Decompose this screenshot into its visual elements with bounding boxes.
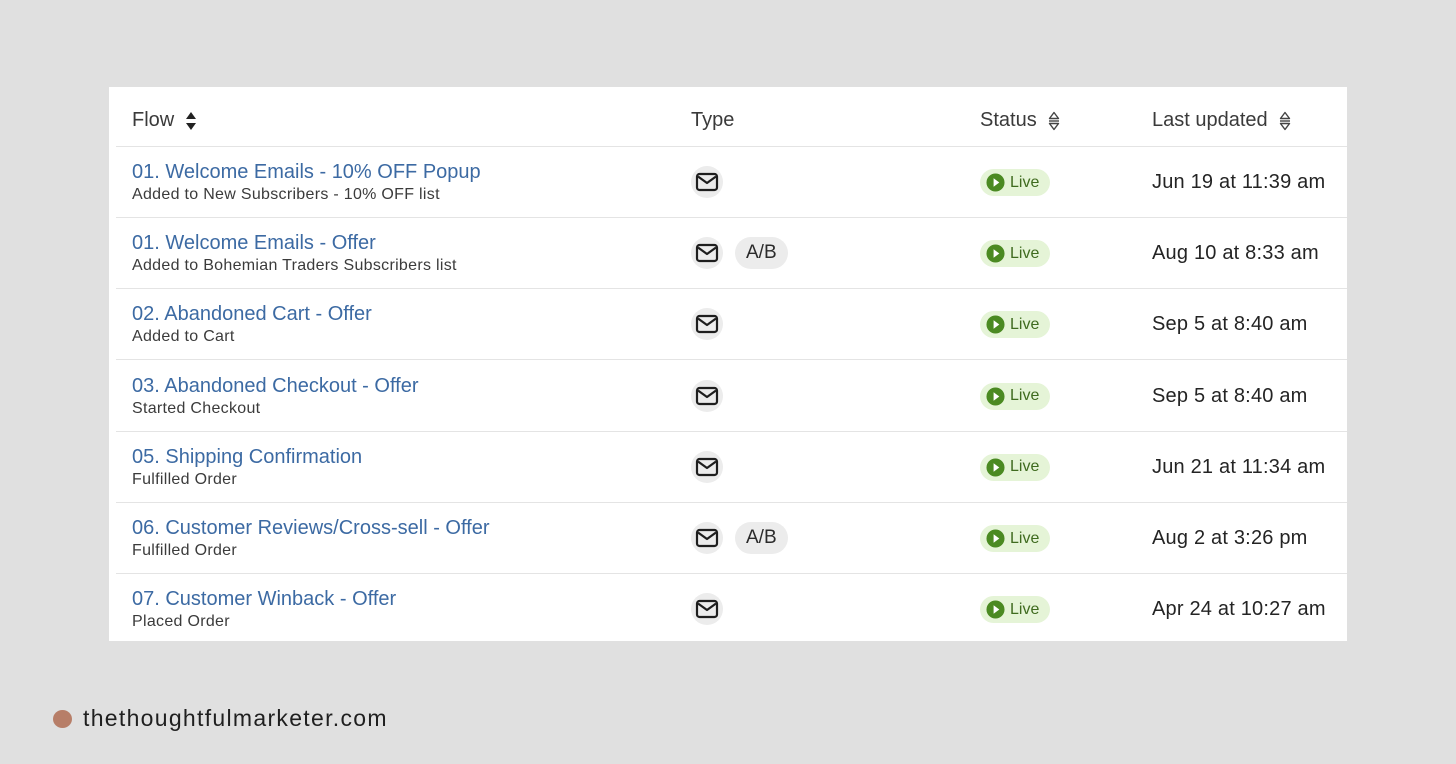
play-circle-icon (986, 387, 1005, 406)
status-cell: Live (980, 169, 1051, 197)
flow-name-link[interactable]: 01. Welcome Emails - 10% OFF Popup (132, 160, 481, 184)
mail-icon (691, 450, 723, 483)
type-cell: A/B (691, 237, 788, 270)
flow-cell: 07. Customer Winback - Offer Placed Order (132, 587, 396, 632)
flow-name-link[interactable]: 07. Customer Winback - Offer (132, 587, 396, 611)
status-cell: Live (980, 382, 1051, 411)
mail-icon (691, 166, 723, 198)
flow-trigger: Added to Cart (132, 328, 235, 346)
type-cell: A/B (691, 522, 788, 554)
mail-icon (691, 379, 723, 412)
column-header-label: Status (980, 109, 1037, 131)
footer-website: thethoughtfulmarketer.com (83, 705, 388, 731)
status-label: Live (1010, 387, 1040, 405)
last-updated: Apr 24 at 10:27 am (1152, 598, 1326, 621)
ab-test-badge: A/B (735, 522, 788, 554)
type-cell (691, 166, 723, 198)
brand-dot (53, 709, 72, 728)
status-label: Live (1010, 458, 1040, 476)
table-row: 03. Abandoned Checkout - Offer Started Ch… (116, 361, 1347, 432)
play-circle-icon (986, 173, 1005, 192)
play-circle-icon (986, 529, 1005, 548)
column-header-type: Type (691, 109, 734, 132)
last-updated: Jun 21 at 11:34 am (1152, 455, 1326, 478)
flow-cell: 05. Shipping Confirmation Fulfilled Order (132, 445, 362, 490)
flow-name-link[interactable]: 05. Shipping Confirmation (132, 445, 362, 469)
last-updated: Sep 5 at 8:40 am (1152, 313, 1308, 336)
status-badge: Live (980, 311, 1051, 339)
table-header: Flow Type Status Last updated (116, 87, 1347, 147)
last-updated: Aug 10 at 8:33 am (1152, 242, 1319, 265)
sort-icon (1279, 111, 1290, 130)
flow-cell: 01. Welcome Emails - Offer Added to Bohem… (132, 231, 457, 276)
column-header-status[interactable]: Status (980, 109, 1061, 132)
status-cell: Live (980, 596, 1051, 624)
status-label: Live (1010, 315, 1040, 333)
flow-name-link[interactable]: 01. Welcome Emails - Offer (132, 231, 457, 255)
flow-name-link[interactable]: 03. Abandoned Checkout - Offer (132, 374, 419, 398)
play-circle-icon (986, 600, 1005, 619)
last-updated: Sep 5 at 8:40 am (1152, 384, 1308, 407)
status-label: Live (1010, 529, 1040, 547)
flows-table: Flow Type Status Last updated 01. Welcom… (109, 87, 1347, 641)
footer: thethoughtfulmarketer.com (53, 705, 388, 732)
status-label: Live (1010, 173, 1040, 191)
flow-cell: 06. Customer Reviews/Cross-sell - Offer F… (132, 516, 490, 561)
column-header-label: Flow (132, 109, 175, 131)
flow-cell: 02. Abandoned Cart - Offer Added to Cart (132, 302, 372, 347)
table-row: 05. Shipping Confirmation Fulfilled Order… (116, 432, 1347, 503)
table-row: 01. Welcome Emails - 10% OFF Popup Added … (116, 147, 1347, 218)
flow-trigger: Placed Order (132, 613, 230, 631)
flow-cell: 03. Abandoned Checkout - Offer Started Ch… (132, 374, 419, 419)
table-row: 07. Customer Winback - Offer Placed Order… (116, 574, 1347, 641)
last-updated: Aug 2 at 3:26 pm (1152, 527, 1308, 549)
table-row: 01. Welcome Emails - Offer Added to Bohem… (116, 218, 1347, 290)
mail-icon (691, 237, 723, 270)
sort-icon (1048, 111, 1059, 130)
status-cell: Live (980, 525, 1051, 553)
status-label: Live (1010, 244, 1040, 262)
status-cell: Live (980, 453, 1051, 482)
status-badge: Live (980, 453, 1051, 481)
mail-icon (691, 593, 723, 626)
play-circle-icon (986, 244, 1005, 263)
column-header-label: Last updated (1152, 109, 1268, 131)
status-badge: Live (980, 240, 1051, 268)
flow-name-link[interactable]: 02. Abandoned Cart - Offer (132, 302, 372, 326)
type-cell (691, 308, 723, 341)
status-badge: Live (980, 525, 1051, 552)
flow-trigger: Fulfilled Order (132, 470, 237, 488)
type-cell (691, 593, 723, 626)
column-header-flow[interactable]: Flow (132, 109, 198, 132)
status-badge: Live (980, 169, 1051, 196)
status-cell: Live (980, 311, 1051, 339)
flow-trigger: Added to New Subscribers - 10% OFF list (132, 186, 440, 203)
column-header-last-updated[interactable]: Last updated (1152, 109, 1292, 132)
status-cell: Live (980, 240, 1051, 268)
column-header-label: Type (691, 109, 735, 131)
mail-icon (691, 522, 723, 554)
play-circle-icon (986, 458, 1005, 477)
status-label: Live (1010, 600, 1040, 618)
type-cell (691, 379, 723, 412)
ab-test-badge: A/B (735, 237, 788, 270)
flow-trigger: Added to Bohemian Traders Subscribers li… (132, 257, 457, 275)
sort-active-icon (186, 111, 197, 130)
mail-icon (691, 308, 723, 341)
type-cell (691, 450, 723, 483)
table-row: 06. Customer Reviews/Cross-sell - Offer F… (116, 503, 1347, 574)
flow-cell: 01. Welcome Emails - 10% OFF Popup Added … (132, 160, 481, 205)
flow-trigger: Started Checkout (132, 399, 261, 417)
table-row: 02. Abandoned Cart - Offer Added to Cart L… (116, 289, 1347, 361)
status-badge: Live (980, 596, 1051, 624)
play-circle-icon (986, 315, 1005, 334)
flow-trigger: Fulfilled Order (132, 542, 237, 559)
flow-name-link[interactable]: 06. Customer Reviews/Cross-sell - Offer (132, 516, 490, 540)
status-badge: Live (980, 382, 1051, 410)
last-updated: Jun 19 at 11:39 am (1152, 171, 1326, 193)
